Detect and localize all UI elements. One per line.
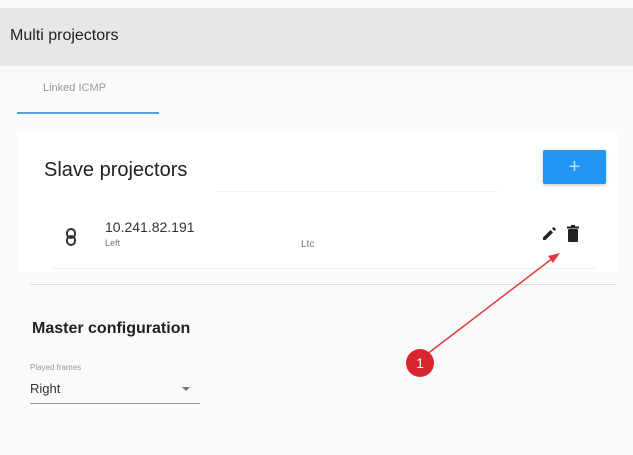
projector-row: 10.241.82.191 Left Ltc bbox=[52, 208, 612, 268]
multi-projectors-page: Multi projectors Linked ICMP Slave proje… bbox=[0, 0, 633, 455]
projector-position: Left bbox=[105, 238, 121, 248]
tab-linked-icmp[interactable]: Linked ICMP bbox=[17, 66, 159, 114]
played-frames-select[interactable]: Right bbox=[30, 375, 200, 404]
section-divider bbox=[30, 284, 617, 285]
edit-icon[interactable] bbox=[540, 225, 558, 243]
tab-label: Linked ICMP bbox=[43, 82, 106, 94]
projector-ip: 10.241.82.191 bbox=[105, 219, 195, 235]
master-configuration-title: Master configuration bbox=[32, 320, 191, 337]
plus-icon: + bbox=[568, 156, 581, 178]
played-frames-label: Played frames bbox=[30, 363, 82, 372]
projector-mode: Ltc bbox=[301, 239, 315, 250]
section-title: Slave projectors bbox=[44, 159, 188, 181]
select-value: Right bbox=[30, 381, 61, 396]
row-divider bbox=[52, 268, 596, 269]
header-bar: Multi projectors bbox=[0, 8, 633, 66]
link-icon bbox=[66, 228, 76, 246]
slave-projectors-card: Slave projectors + 10.241.82.191 Left Lt… bbox=[17, 131, 617, 272]
chevron-down-icon bbox=[182, 387, 190, 391]
page-title: Multi projectors bbox=[10, 27, 119, 44]
divider bbox=[217, 191, 497, 192]
tab-bar: Linked ICMP bbox=[0, 66, 633, 114]
add-projector-button[interactable]: + bbox=[543, 150, 606, 184]
callout-badge: 1 bbox=[406, 349, 434, 377]
delete-icon[interactable] bbox=[564, 224, 582, 244]
